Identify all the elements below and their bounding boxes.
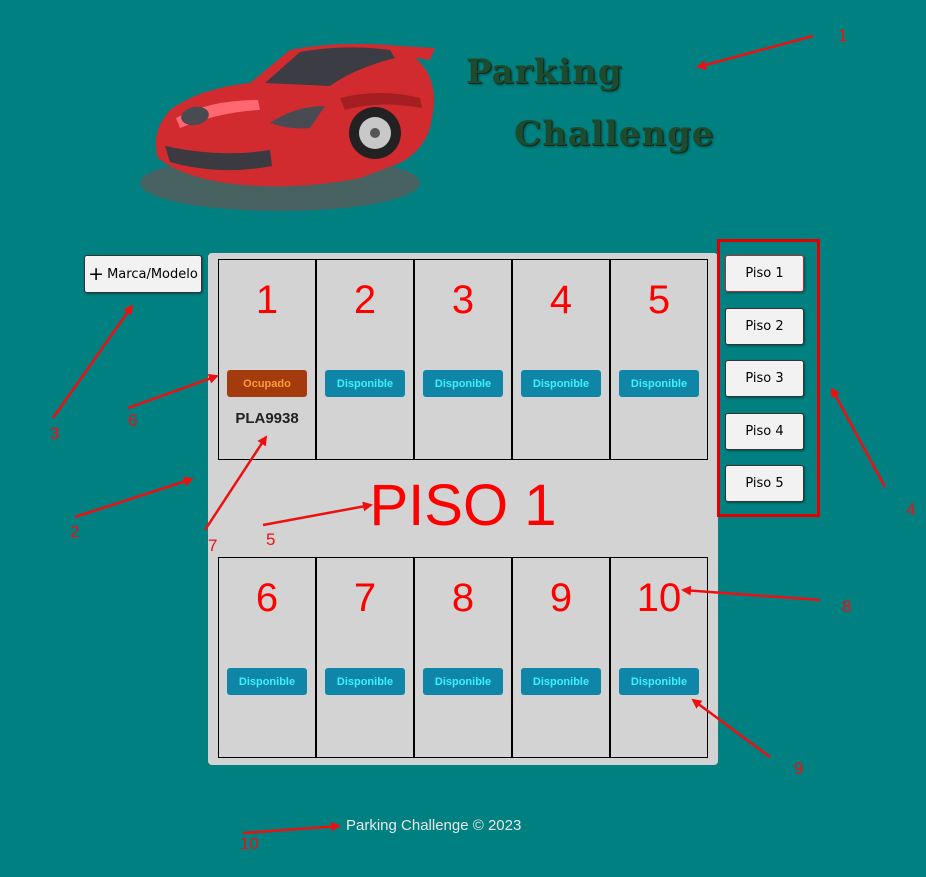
status-badge-available[interactable]: Disponible xyxy=(521,668,601,695)
spot-number: 4 xyxy=(549,278,573,322)
parking-board: 1 Ocupado PLA9938 2 Disponible 3 Disponi… xyxy=(208,253,718,765)
status-badge-available[interactable]: Disponible xyxy=(521,370,601,397)
app-title-line-2: Challenge xyxy=(514,114,715,154)
annotation-label-4: 4 xyxy=(906,500,916,519)
parking-row-bottom: 6 Disponible 7 Disponible 8 Disponible 9… xyxy=(218,557,708,758)
parking-spot-5[interactable]: 5 Disponible xyxy=(611,260,707,459)
floor-2-button[interactable]: Piso 2 xyxy=(725,308,804,345)
annotation-label-6: 6 xyxy=(128,411,138,430)
annotation-label-8: 8 xyxy=(842,597,852,616)
status-badge-available[interactable]: Disponible xyxy=(325,370,405,397)
parking-spot-7[interactable]: 7 Disponible xyxy=(317,558,415,757)
annotation-arrow-3 xyxy=(51,304,134,419)
status-badge-available[interactable]: Disponible xyxy=(227,668,307,695)
add-brand-model-button[interactable]: + Marca/Modelo xyxy=(84,255,202,293)
floor-selector: Piso 1 Piso 2 Piso 3 Piso 4 Piso 5 xyxy=(717,239,820,517)
annotation-label-2: 2 xyxy=(70,522,80,541)
status-badge-available[interactable]: Disponible xyxy=(423,668,503,695)
annotation-label-3: 3 xyxy=(50,424,60,443)
spot-number: 8 xyxy=(451,576,475,620)
status-badge-available[interactable]: Disponible xyxy=(619,370,699,397)
annotation-arrow-10 xyxy=(242,821,341,835)
annotation-label-5: 5 xyxy=(266,530,276,549)
license-plate: PLA9938 xyxy=(235,410,299,427)
floor-5-button[interactable]: Piso 5 xyxy=(725,465,804,502)
spot-number: 1 xyxy=(255,278,279,322)
annotation-label-7: 7 xyxy=(208,536,218,555)
spot-number: 10 xyxy=(636,576,682,620)
spot-number: 6 xyxy=(255,576,279,620)
footer-copyright: Parking Challenge © 2023 xyxy=(346,817,522,834)
floor-1-button[interactable]: Piso 1 xyxy=(725,255,804,292)
status-badge-available[interactable]: Disponible xyxy=(423,370,503,397)
floor-3-button[interactable]: Piso 3 xyxy=(725,360,804,397)
annotation-label-1: 1 xyxy=(838,26,848,45)
app-title-line-1: Parking xyxy=(466,52,623,92)
spot-number: 2 xyxy=(353,278,377,322)
parking-spot-2[interactable]: 2 Disponible xyxy=(317,260,415,459)
annotation-arrow-1 xyxy=(696,34,814,70)
parking-spot-8[interactable]: 8 Disponible xyxy=(415,558,513,757)
annotation-label-10: 10 xyxy=(240,834,259,853)
parking-row-top: 1 Ocupado PLA9938 2 Disponible 3 Disponi… xyxy=(218,259,708,460)
floor-4-button[interactable]: Piso 4 xyxy=(725,413,804,450)
parking-spot-3[interactable]: 3 Disponible xyxy=(415,260,513,459)
parking-spot-1[interactable]: 1 Ocupado PLA9938 xyxy=(219,260,317,459)
spot-number: 5 xyxy=(647,278,671,322)
spot-number: 7 xyxy=(353,576,377,620)
car-logo-icon xyxy=(140,43,435,211)
annotation-arrow-2 xyxy=(74,476,194,519)
spot-number: 9 xyxy=(549,576,573,620)
spot-number: 3 xyxy=(451,278,475,322)
annotation-label-9: 9 xyxy=(794,759,804,778)
status-badge-available[interactable]: Disponible xyxy=(325,668,405,695)
status-badge-occupied[interactable]: Ocupado xyxy=(227,370,307,397)
parking-spot-4[interactable]: 4 Disponible xyxy=(513,260,611,459)
status-badge-available[interactable]: Disponible xyxy=(619,668,699,695)
annotation-arrow-6 xyxy=(127,374,219,410)
floor-title: PISO 1 xyxy=(369,473,557,538)
plus-icon: + xyxy=(88,262,105,285)
add-brand-model-label: Marca/Modelo xyxy=(107,266,198,282)
annotation-arrow-4 xyxy=(830,387,887,488)
parking-spot-6[interactable]: 6 Disponible xyxy=(219,558,317,757)
parking-spot-9[interactable]: 9 Disponible xyxy=(513,558,611,757)
parking-spot-10[interactable]: 10 Disponible xyxy=(611,558,707,757)
